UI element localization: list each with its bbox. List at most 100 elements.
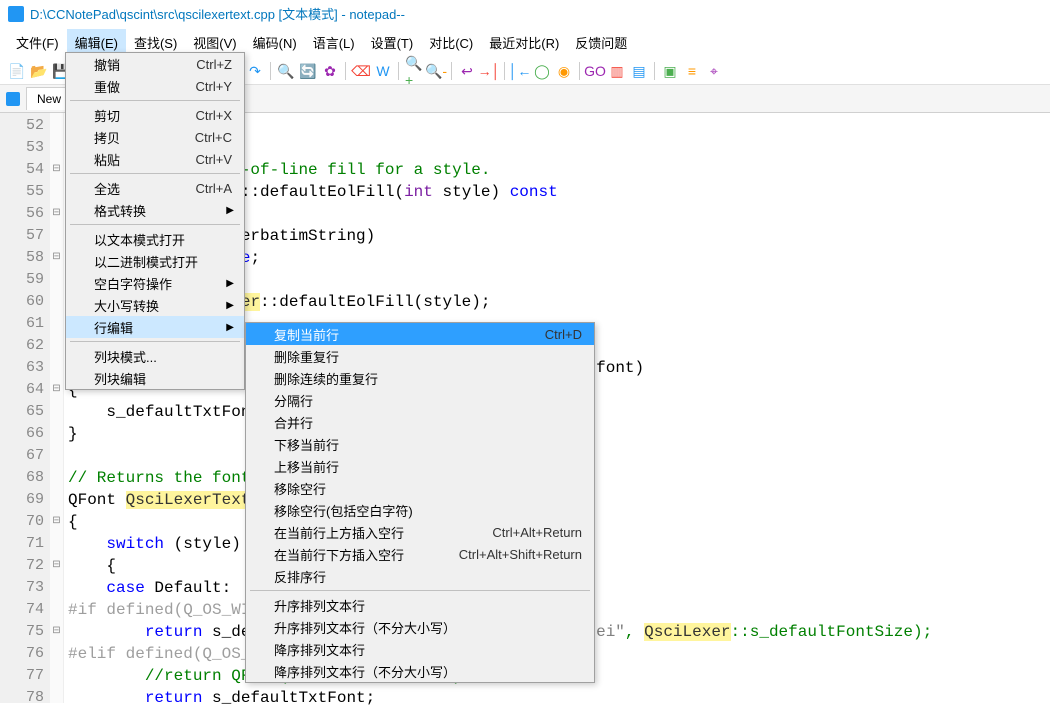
menu-item-以文本模式打开[interactable]: 以文本模式打开 <box>66 228 244 250</box>
menu-item-撤销[interactable]: 撤销Ctrl+Z <box>66 53 244 75</box>
fold-marker[interactable] <box>50 135 63 157</box>
line-number: 78 <box>0 687 50 709</box>
menu-对比(C)[interactable]: 对比(C) <box>421 29 481 56</box>
submenu-item-删除连续的重复行[interactable]: 删除连续的重复行 <box>246 367 594 389</box>
menu-item-大小写转换[interactable]: 大小写转换▶ <box>66 294 244 316</box>
menu-item-拷贝[interactable]: 拷贝Ctrl+C <box>66 126 244 148</box>
fold-marker[interactable] <box>50 641 63 663</box>
fold-marker[interactable] <box>50 289 63 311</box>
menu-item-全选[interactable]: 全选Ctrl+A <box>66 177 244 199</box>
chevron-right-icon: ▶ <box>226 300 234 311</box>
zoom-in-icon[interactable]: 🔍+ <box>405 62 423 80</box>
word-icon[interactable]: W <box>374 62 392 80</box>
fold-marker[interactable] <box>50 597 63 619</box>
fold-marker[interactable] <box>50 179 63 201</box>
menu-item-重做[interactable]: 重做Ctrl+Y <box>66 75 244 97</box>
submenu-item-移除空行[interactable]: 移除空行 <box>246 477 594 499</box>
line-number: 71 <box>0 533 50 555</box>
menu-设置(T)[interactable]: 设置(T) <box>363 29 422 56</box>
menu-item-格式转换[interactable]: 格式转换▶ <box>66 199 244 221</box>
submenu-item-降序排列文本行（不分大小写）[interactable]: 降序排列文本行（不分大小写） <box>246 660 594 682</box>
submenu-item-label: 下移当前行 <box>274 435 339 454</box>
replace-icon[interactable]: 🔄 <box>299 62 317 80</box>
submenu-item-升序排列文本行[interactable]: 升序排列文本行 <box>246 594 594 616</box>
fold-marker[interactable] <box>50 399 63 421</box>
indent-icon[interactable]: →│ <box>480 62 498 80</box>
menu-shortcut: Ctrl+C <box>195 130 232 145</box>
fold-marker[interactable] <box>50 113 63 135</box>
fold-marker[interactable] <box>50 223 63 245</box>
window-icon[interactable]: ▣ <box>661 62 679 80</box>
fold-marker[interactable]: ⊟ <box>50 377 63 399</box>
submenu-item-label: 升序排列文本行（不分大小写） <box>274 618 456 637</box>
zoom-out-icon[interactable]: 🔍- <box>427 62 445 80</box>
fold-marker[interactable] <box>50 355 63 377</box>
fold-marker[interactable] <box>50 465 63 487</box>
menu-item-粘贴[interactable]: 粘贴Ctrl+V <box>66 148 244 170</box>
submenu-item-升序排列文本行（不分大小写）[interactable]: 升序排列文本行（不分大小写） <box>246 616 594 638</box>
submenu-item-分隔行[interactable]: 分隔行 <box>246 389 594 411</box>
menu-最近对比(R)[interactable]: 最近对比(R) <box>481 29 567 56</box>
fold-marker[interactable]: ⊟ <box>50 201 63 223</box>
fold-marker[interactable] <box>50 663 63 685</box>
split-v-icon[interactable]: ▤ <box>630 62 648 80</box>
line-number: 74 <box>0 599 50 621</box>
menu-item-label: 列块编辑 <box>94 369 146 388</box>
erase-icon[interactable]: ⌫ <box>352 62 370 80</box>
menu-item-行编辑[interactable]: 行编辑▶ <box>66 316 244 338</box>
split-h-icon[interactable]: ▥ <box>608 62 626 80</box>
wrap-icon[interactable]: ↩ <box>458 62 476 80</box>
fold-marker[interactable]: ⊟ <box>50 619 63 641</box>
fold-marker[interactable] <box>50 333 63 355</box>
fold-marker[interactable]: ⊟ <box>50 157 63 179</box>
fold-marker[interactable] <box>50 685 63 707</box>
submenu-item-删除重复行[interactable]: 删除重复行 <box>246 345 594 367</box>
menu-item-列块编辑[interactable]: 列块编辑 <box>66 367 244 389</box>
submenu-item-复制当前行[interactable]: 复制当前行Ctrl+D <box>246 323 594 345</box>
fold-marker[interactable] <box>50 575 63 597</box>
submenu-item-在当前行下方插入空行[interactable]: 在当前行下方插入空行Ctrl+Alt+Shift+Return <box>246 543 594 565</box>
open-icon[interactable]: 📂 <box>30 62 48 80</box>
go-icon[interactable]: GO <box>586 62 604 80</box>
menu-文件(F)[interactable]: 文件(F) <box>8 29 67 56</box>
menu-语言(L)[interactable]: 语言(L) <box>305 29 363 56</box>
fold-marker[interactable] <box>50 421 63 443</box>
menu-item-列块模式...[interactable]: 列块模式... <box>66 345 244 367</box>
submenu-item-合并行[interactable]: 合并行 <box>246 411 594 433</box>
submenu-item-在当前行上方插入空行[interactable]: 在当前行上方插入空行Ctrl+Alt+Return <box>246 521 594 543</box>
submenu-item-label: 移除空行 <box>274 479 326 498</box>
submenu-item-移除空行(包括空白字符)[interactable]: 移除空行(包括空白字符) <box>246 499 594 521</box>
fold-marker[interactable] <box>50 267 63 289</box>
menu-item-空白字符操作[interactable]: 空白字符操作▶ <box>66 272 244 294</box>
fold-marker[interactable] <box>50 311 63 333</box>
chevron-right-icon: ▶ <box>226 205 234 216</box>
fold-marker[interactable] <box>50 443 63 465</box>
fold-marker[interactable] <box>50 487 63 509</box>
circle1-icon[interactable]: ◯ <box>533 62 551 80</box>
menu-item-label: 撤销 <box>94 55 120 74</box>
menu-shortcut: Ctrl+A <box>196 181 232 196</box>
target-icon[interactable]: ⌖ <box>705 62 723 80</box>
search-icon[interactable]: 🔍 <box>277 62 295 80</box>
submenu-item-label: 降序排列文本行 <box>274 640 365 659</box>
fold-marker[interactable]: ⊟ <box>50 553 63 575</box>
fold-marker[interactable]: ⊟ <box>50 245 63 267</box>
fold-marker[interactable]: ⊟ <box>50 509 63 531</box>
fold-marker[interactable] <box>50 531 63 553</box>
menu-编码(N)[interactable]: 编码(N) <box>245 29 305 56</box>
redo-icon[interactable]: ↷ <box>246 62 264 80</box>
circle2-icon[interactable]: ◉ <box>555 62 573 80</box>
new-icon[interactable]: 📄 <box>8 62 26 80</box>
submenu-item-上移当前行[interactable]: 上移当前行 <box>246 455 594 477</box>
toolbar-separator <box>270 62 271 80</box>
menu-item-以二进制模式打开[interactable]: 以二进制模式打开 <box>66 250 244 272</box>
mark-icon[interactable]: ✿ <box>321 62 339 80</box>
submenu-item-下移当前行[interactable]: 下移当前行 <box>246 433 594 455</box>
tree-icon[interactable]: ≡ <box>683 62 701 80</box>
line-number: 54 <box>0 159 50 181</box>
menu-item-剪切[interactable]: 剪切Ctrl+X <box>66 104 244 126</box>
submenu-item-降序排列文本行[interactable]: 降序排列文本行 <box>246 638 594 660</box>
unindent-icon[interactable]: │← <box>511 62 529 80</box>
menu-反馈问题[interactable]: 反馈问题 <box>567 29 635 56</box>
submenu-item-反排序行[interactable]: 反排序行 <box>246 565 594 587</box>
